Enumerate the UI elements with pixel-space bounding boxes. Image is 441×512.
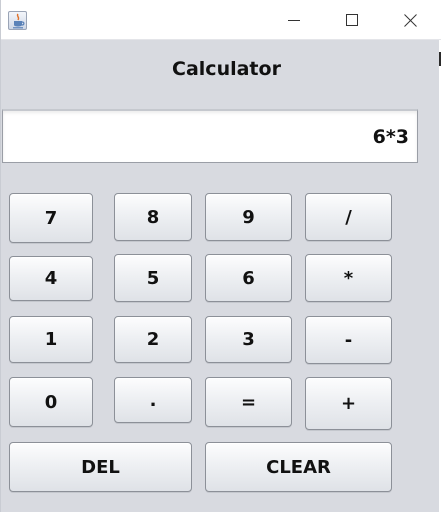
minimize-button[interactable] xyxy=(271,0,317,40)
key-8[interactable]: 8 xyxy=(114,193,192,241)
close-icon xyxy=(403,13,417,27)
key-equals[interactable]: = xyxy=(205,377,292,427)
key-dot[interactable]: . xyxy=(114,377,192,423)
minimize-icon xyxy=(288,20,300,21)
calculator-window: Calculator 6*3 7 8 9 / 4 5 6 * 1 2 3 - 0… xyxy=(0,0,441,512)
key-6[interactable]: 6 xyxy=(205,254,292,302)
title-bar[interactable] xyxy=(1,0,441,40)
app-heading: Calculator xyxy=(172,58,281,80)
key-add[interactable]: + xyxy=(305,377,392,430)
delete-button[interactable]: DEL xyxy=(9,442,192,492)
maximize-button[interactable] xyxy=(329,0,375,40)
key-subtract[interactable]: - xyxy=(305,316,392,364)
key-divide[interactable]: / xyxy=(305,193,392,241)
key-9[interactable]: 9 xyxy=(205,193,292,241)
close-button[interactable] xyxy=(387,0,433,40)
maximize-icon xyxy=(346,14,358,26)
key-7[interactable]: 7 xyxy=(9,193,93,243)
java-cup-icon xyxy=(8,11,27,30)
key-4[interactable]: 4 xyxy=(9,256,93,301)
key-3[interactable]: 3 xyxy=(205,316,292,363)
key-5[interactable]: 5 xyxy=(114,254,192,302)
key-2[interactable]: 2 xyxy=(114,316,192,363)
key-0[interactable]: 0 xyxy=(9,377,93,427)
key-multiply[interactable]: * xyxy=(305,254,392,302)
key-1[interactable]: 1 xyxy=(9,316,93,363)
display-field[interactable]: 6*3 xyxy=(2,109,418,163)
clear-button[interactable]: CLEAR xyxy=(205,442,392,492)
